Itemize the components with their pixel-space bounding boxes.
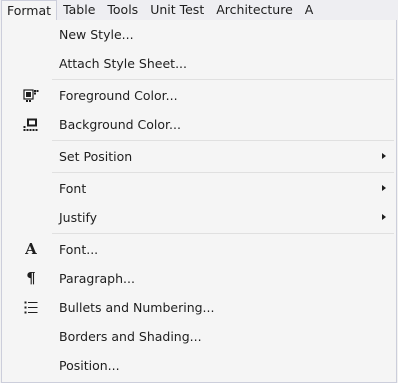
menu-item-label: Attach Style Sheet... <box>59 56 187 71</box>
menu-unit-test[interactable]: Unit Test <box>144 0 210 20</box>
menu-bar: Format Table Tools Unit Test Architectur… <box>0 0 398 20</box>
paragraph-icon: ¶ <box>26 269 36 287</box>
menu-item-background-color[interactable]: Background Color... <box>2 110 396 139</box>
submenu-arrow-icon <box>382 185 386 191</box>
menu-item-font-submenu[interactable]: Font <box>2 174 396 203</box>
menu-item-bullets-numbering[interactable]: Bullets and Numbering... <box>2 293 396 322</box>
menu-item-set-position[interactable]: Set Position <box>2 142 396 171</box>
menu-separator <box>52 79 394 80</box>
menu-item-paragraph[interactable]: ¶ Paragraph... <box>2 264 396 293</box>
menu-item-label: Justify <box>59 210 98 225</box>
menu-item-foreground-color[interactable]: Foreground Color... <box>2 81 396 110</box>
menu-item-label: Set Position <box>59 149 133 164</box>
submenu-arrow-icon <box>382 214 386 220</box>
menu-separator <box>52 233 394 234</box>
menu-item-label: Bullets and Numbering... <box>59 300 215 315</box>
menu-table[interactable]: Table <box>57 0 101 20</box>
menu-item-label: Font <box>59 181 87 196</box>
foreground-color-icon <box>21 81 41 110</box>
menu-item-label: New Style... <box>59 27 134 42</box>
menu-item-attach-style-sheet[interactable]: Attach Style Sheet... <box>2 49 396 78</box>
menu-item-label: Position... <box>59 358 120 373</box>
menu-item-font-dialog[interactable]: A Font... <box>2 235 396 264</box>
format-dropdown-menu: New Style... Attach Style Sheet... Foreg… <box>1 20 397 383</box>
menu-tools[interactable]: Tools <box>101 0 144 20</box>
background-color-icon <box>21 110 41 139</box>
menu-item-borders-shading[interactable]: Borders and Shading... <box>2 322 396 351</box>
menu-item-justify[interactable]: Justify <box>2 203 396 232</box>
menu-item-label: Paragraph... <box>59 271 135 286</box>
menu-overflow[interactable]: A <box>299 0 320 20</box>
menu-item-label: Font... <box>59 242 99 257</box>
menu-item-label: Background Color... <box>59 117 181 132</box>
bullets-icon <box>21 293 41 322</box>
menu-item-new-style[interactable]: New Style... <box>2 20 396 49</box>
menu-separator <box>52 172 394 173</box>
menu-item-label: Borders and Shading... <box>59 329 202 344</box>
menu-format[interactable]: Format <box>1 0 58 20</box>
submenu-arrow-icon <box>382 153 386 159</box>
menu-separator <box>52 140 394 141</box>
menu-item-position[interactable]: Position... <box>2 351 396 380</box>
font-icon: A <box>25 240 37 258</box>
menu-item-label: Foreground Color... <box>59 88 178 103</box>
menu-architecture[interactable]: Architecture <box>210 0 299 20</box>
